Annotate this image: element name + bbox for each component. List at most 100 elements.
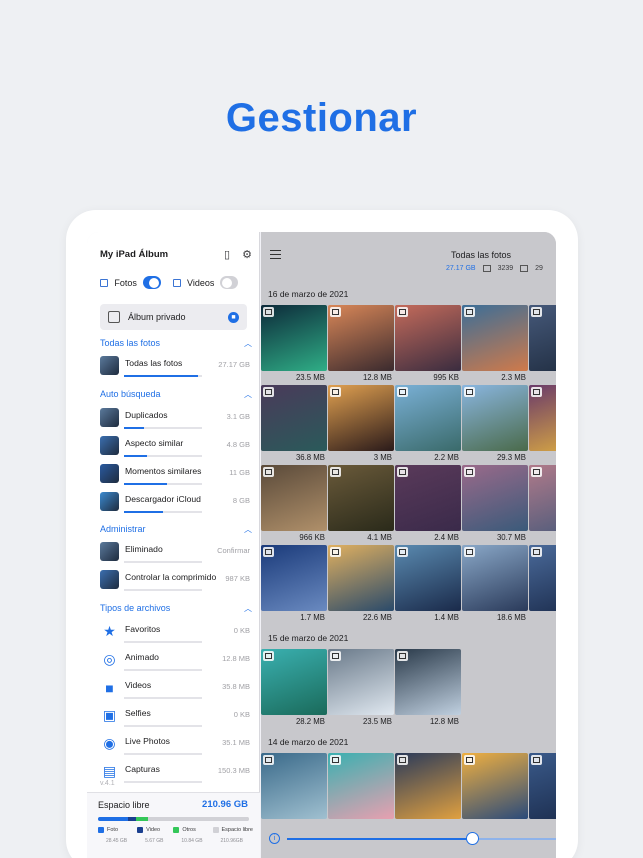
photo-size-label: 966 KB xyxy=(299,533,325,542)
row-progress xyxy=(124,427,202,429)
photo-grid-area: Todas las fotos 27.17 GB 3239 29 16 de m… xyxy=(261,232,556,858)
photo-thumbnail[interactable] xyxy=(261,753,327,819)
section-auto-search[interactable]: Auto búsqueda ︿ xyxy=(100,389,252,400)
photo-thumbnail[interactable] xyxy=(462,385,528,451)
sidebar-row[interactable]: ▣ Selfies 0 KB xyxy=(100,706,250,730)
photo-type-icon xyxy=(397,651,408,661)
photo-thumbnail[interactable] xyxy=(328,649,394,715)
section-file-types[interactable]: Tipos de archivos ︿ xyxy=(100,603,252,614)
zoom-slider-handle[interactable] xyxy=(465,832,479,845)
info-icon[interactable]: i xyxy=(269,833,280,844)
chevron-up-icon[interactable]: ︿ xyxy=(244,524,252,535)
sidebar-row[interactable]: ◎ Animado 12.8 MB xyxy=(100,650,250,674)
bookmark-icon[interactable]: ▯ xyxy=(221,248,233,261)
sidebar-row[interactable]: Descargador iCloud 8 GB xyxy=(100,492,250,516)
photo-thumbnail[interactable] xyxy=(529,545,556,611)
photo-type-icon xyxy=(330,651,341,661)
chevron-up-icon[interactable]: ︿ xyxy=(244,603,252,614)
sidebar-row[interactable]: ▤ Capturas 150.3 MB xyxy=(100,762,250,786)
photo-thumbnail[interactable] xyxy=(261,465,327,531)
videos-toggle[interactable] xyxy=(220,276,238,289)
row-progress xyxy=(124,641,202,643)
photo-thumbnail[interactable] xyxy=(395,385,461,451)
section-all-photos[interactable]: Todas las fotos ︿ xyxy=(100,338,252,349)
sidebar-row[interactable]: ■ Videos 35.8 MB xyxy=(100,678,250,702)
legend-item: Otros 10.84 GB xyxy=(173,827,203,844)
row-label: Todas las fotos xyxy=(125,358,183,368)
row-value: 987 KB xyxy=(225,574,250,583)
chevron-up-icon[interactable]: ︿ xyxy=(244,338,252,349)
date-header: 14 de marzo de 2021 xyxy=(268,737,349,747)
private-album-button[interactable]: Álbum privado ■ xyxy=(100,304,247,330)
photo-size-label: 36.8 MB xyxy=(295,453,325,462)
sidebar-row[interactable]: Momentos similares 11 GB xyxy=(100,464,250,488)
photo-size-label: 3 MB xyxy=(373,453,392,462)
row-label: Controlar la comprimido xyxy=(125,572,217,582)
photo-thumbnail[interactable] xyxy=(328,465,394,531)
storage-segment xyxy=(128,817,136,821)
photo-thumbnail[interactable] xyxy=(462,753,528,819)
grid-title: Todas las fotos xyxy=(451,250,512,260)
storage-segment xyxy=(147,817,249,821)
photo-thumbnail[interactable] xyxy=(462,545,528,611)
row-progress xyxy=(124,561,202,563)
photo-thumbnail[interactable] xyxy=(261,385,327,451)
sidebar-row[interactable]: Duplicados 3.1 GB xyxy=(100,408,250,432)
photo-thumbnail[interactable] xyxy=(261,545,327,611)
photo-thumbnail[interactable] xyxy=(395,305,461,371)
row-progress xyxy=(124,781,202,783)
grid-toolbar: Todas las fotos 27.17 GB 3239 29 xyxy=(261,232,556,286)
fotos-label: Fotos xyxy=(114,277,137,288)
video-count: 29 xyxy=(535,265,543,272)
photo-type-icon xyxy=(531,755,542,765)
photo-thumbnail[interactable] xyxy=(529,465,556,531)
sidebar-row[interactable]: Controlar la comprimido 987 KB xyxy=(100,570,250,594)
album-icon xyxy=(108,311,120,323)
sidebar-row[interactable]: Eliminado Confirmar xyxy=(100,542,250,566)
photo-thumbnail[interactable] xyxy=(328,545,394,611)
section-file-types-label: Tipos de archivos xyxy=(100,603,171,613)
photo-thumbnail[interactable] xyxy=(261,649,327,715)
photo-thumbnail[interactable] xyxy=(462,305,528,371)
photo-type-icon xyxy=(263,651,274,661)
fotos-toggle[interactable] xyxy=(142,276,161,289)
photo-size-label: 30.7 MB xyxy=(496,533,526,542)
gear-icon[interactable]: ⚙ xyxy=(241,248,253,261)
photo-thumbnail[interactable] xyxy=(395,465,461,531)
photo-thumbnail[interactable] xyxy=(328,385,394,451)
legend-label: Espacio libre xyxy=(221,827,254,833)
photo-thumbnail[interactable] xyxy=(462,465,528,531)
menu-icon[interactable] xyxy=(270,250,281,262)
photo-thumbnail[interactable] xyxy=(328,305,394,371)
photo-size-label: 28.2 MB xyxy=(295,717,325,726)
photo-icon xyxy=(100,278,109,287)
storage-segment xyxy=(135,817,148,821)
row-label: Videos xyxy=(125,680,152,690)
photo-thumbnail[interactable] xyxy=(529,305,556,371)
photo-thumbnail[interactable] xyxy=(529,385,556,451)
storage-panel: Espacio libre 210.96 GB Foto 28.45 GB Vide… xyxy=(87,792,260,858)
section-manage[interactable]: Administrar ︿ xyxy=(100,524,252,535)
photo-thumbnail[interactable] xyxy=(529,753,556,819)
sidebar-row[interactable]: ◉ Live Photos 35.1 MB xyxy=(100,734,250,758)
photo-thumbnail[interactable] xyxy=(395,753,461,819)
chevron-up-icon[interactable]: ︿ xyxy=(244,389,252,400)
row-value: 0 KB xyxy=(233,626,250,635)
photo-size-label: 4.1 MB xyxy=(367,533,392,542)
row-thumbnail xyxy=(100,408,119,427)
row-label: Eliminado xyxy=(125,544,163,554)
photo-thumbnail[interactable] xyxy=(328,753,394,819)
row-value: 27.17 GB xyxy=(218,360,250,369)
app-screen: My iPad Álbum ▯ ⚙ Fotos Videos Álbum pri… xyxy=(87,232,556,858)
sidebar-row[interactable]: ★ Favoritos 0 KB xyxy=(100,622,250,646)
live-photo-icon: ◉ xyxy=(103,735,116,751)
private-album-label: Álbum privado xyxy=(128,312,186,322)
row-label: Aspecto similar xyxy=(125,438,184,448)
sidebar-row[interactable]: Todas las fotos 27.17 GB xyxy=(100,356,250,380)
photo-thumbnail[interactable] xyxy=(395,545,461,611)
photo-thumbnail[interactable] xyxy=(261,305,327,371)
photo-thumbnail[interactable] xyxy=(395,649,461,715)
sidebar-row[interactable]: Aspecto similar 4.8 GB xyxy=(100,436,250,460)
row-thumbnail xyxy=(100,570,119,589)
date-header: 15 de marzo de 2021 xyxy=(268,633,349,643)
